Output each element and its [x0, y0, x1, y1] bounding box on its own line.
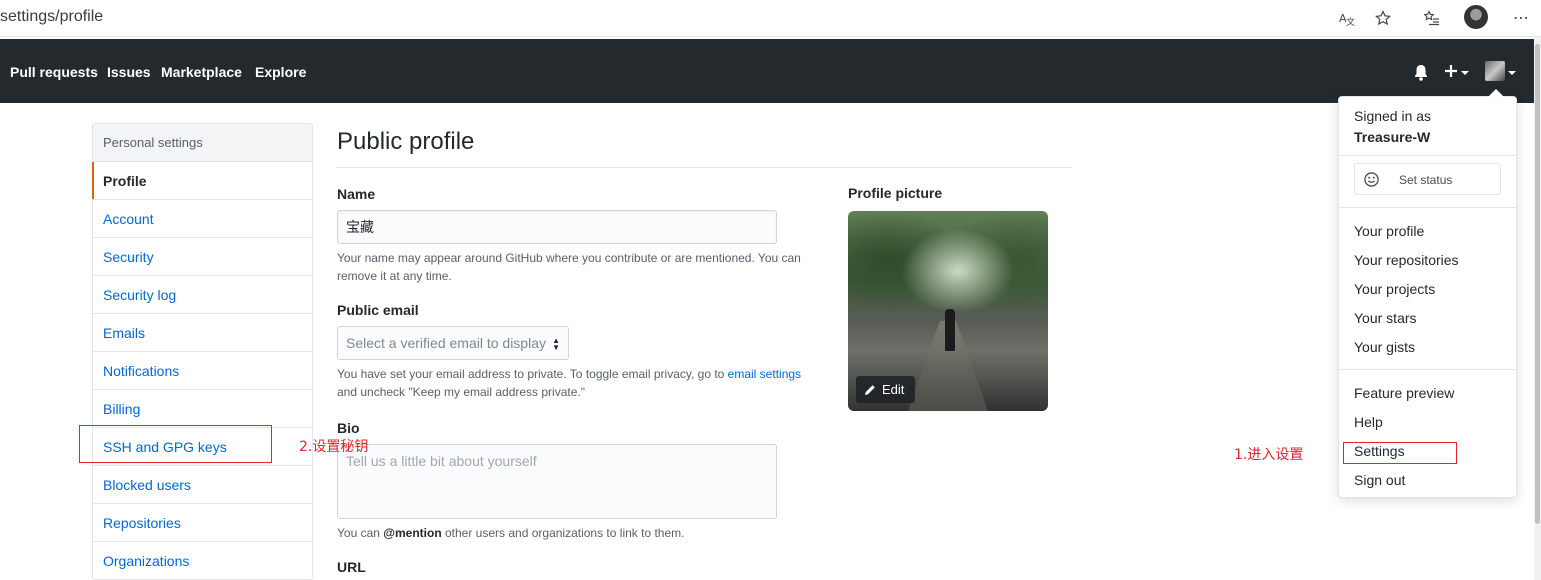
- plus-icon[interactable]: [1443, 63, 1459, 84]
- settings-sidebar: Personal settings Profile Account Securi…: [92, 123, 313, 580]
- sidebar-item-blocked-users[interactable]: Blocked users: [93, 466, 312, 504]
- dropdown-divider: [1339, 155, 1516, 156]
- public-email-select[interactable]: Select a verified email to display ▲ ▼: [337, 326, 569, 360]
- set-status-label: Set status: [1399, 173, 1453, 187]
- menu-feature-preview[interactable]: Feature preview: [1354, 385, 1454, 401]
- public-email-selected: Select a verified email to display: [346, 335, 546, 351]
- menu-help[interactable]: Help: [1354, 414, 1383, 430]
- email-settings-link[interactable]: email settings: [728, 367, 801, 381]
- sidebar-item-notifications[interactable]: Notifications: [93, 352, 312, 390]
- url-label: URL: [337, 559, 366, 575]
- public-email-note: You have set your email address to priva…: [337, 367, 802, 399]
- github-header: Pull requests Issues Marketplace Explore: [0, 39, 1534, 103]
- sidebar-item-repositories[interactable]: Repositories: [93, 504, 312, 542]
- sidebar-item-security[interactable]: Security: [93, 238, 312, 276]
- bio-note: You can @mention other users and organiz…: [337, 526, 685, 540]
- menu-your-stars[interactable]: Your stars: [1354, 310, 1417, 326]
- menu-your-projects[interactable]: Your projects: [1354, 281, 1435, 297]
- public-email-label: Public email: [337, 302, 419, 318]
- select-arrows-icon: ▲ ▼: [552, 336, 560, 352]
- sidebar-item-account[interactable]: Account: [93, 200, 312, 238]
- name-value: 宝藏: [346, 220, 374, 236]
- annotation-box-settings: [1343, 442, 1457, 464]
- username: Treasure-W: [1354, 129, 1431, 145]
- profile-picture-label: Profile picture: [848, 185, 943, 201]
- menu-your-profile[interactable]: Your profile: [1354, 223, 1424, 239]
- edit-label: Edit: [882, 382, 905, 397]
- sidebar-item-security-log[interactable]: Security log: [93, 276, 312, 314]
- signed-in-as-label: Signed in as: [1354, 108, 1432, 124]
- sidebar-item-profile[interactable]: Profile: [92, 162, 312, 200]
- dropdown-divider: [1339, 207, 1516, 208]
- sidebar-item-organizations[interactable]: Organizations: [93, 542, 312, 580]
- name-note: Your name may appear around GitHub where…: [337, 251, 801, 283]
- favorites-list-icon[interactable]: [1421, 7, 1443, 29]
- bell-icon[interactable]: [1413, 64, 1429, 86]
- menu-your-gists[interactable]: Your gists: [1354, 339, 1415, 355]
- address-bar[interactable]: settings/profile: [0, 8, 103, 26]
- sidebar-item-emails[interactable]: Emails: [93, 314, 312, 352]
- scrollbar-thumb[interactable]: [1535, 44, 1540, 524]
- more-icon[interactable]: ⋯: [1510, 7, 1532, 29]
- nav-issues[interactable]: Issues: [107, 64, 151, 80]
- nav-marketplace[interactable]: Marketplace: [161, 64, 242, 80]
- annotation-step-1: 1.进入设置: [1234, 447, 1304, 463]
- pencil-icon: [865, 384, 875, 395]
- svg-text:文: 文: [1346, 16, 1355, 26]
- bio-placeholder: Tell us a little bit about yourself: [346, 453, 537, 469]
- edit-picture-button[interactable]: Edit: [856, 376, 915, 403]
- smiley-icon: [1364, 172, 1379, 187]
- user-avatar[interactable]: [1464, 5, 1488, 29]
- name-label: Name: [337, 186, 376, 202]
- menu-your-repositories[interactable]: Your repositories: [1354, 252, 1459, 268]
- set-status-button[interactable]: Set status: [1354, 163, 1501, 195]
- browser-toolbar: settings/profile A文 ⋯: [0, 0, 1541, 37]
- plus-caret-icon: [1461, 71, 1469, 75]
- sidebar-heading: Personal settings: [93, 124, 312, 162]
- picture-person: [945, 309, 955, 351]
- annotation-step-2: 2.设置秘钥: [299, 439, 369, 455]
- page-title: Public profile: [337, 128, 475, 155]
- translate-icon[interactable]: A文: [1336, 7, 1358, 29]
- dropdown-divider: [1339, 369, 1516, 370]
- bio-label: Bio: [337, 420, 360, 436]
- sidebar-item-billing[interactable]: Billing: [93, 390, 312, 428]
- nav-explore[interactable]: Explore: [255, 64, 306, 80]
- nav-pull-requests[interactable]: Pull requests: [10, 64, 98, 80]
- user-dropdown-menu: Signed in as Treasure-W Set status Your …: [1338, 89, 1517, 498]
- annotation-box-ssh-keys: [79, 425, 272, 463]
- menu-sign-out[interactable]: Sign out: [1354, 472, 1405, 488]
- favorite-star-icon[interactable]: [1372, 7, 1394, 29]
- bio-textarea[interactable]: Tell us a little bit about yourself: [337, 444, 777, 519]
- name-field[interactable]: 宝藏: [337, 210, 777, 244]
- title-divider: [337, 167, 1072, 168]
- avatar[interactable]: [1485, 61, 1505, 81]
- avatar-caret-icon: [1508, 71, 1516, 75]
